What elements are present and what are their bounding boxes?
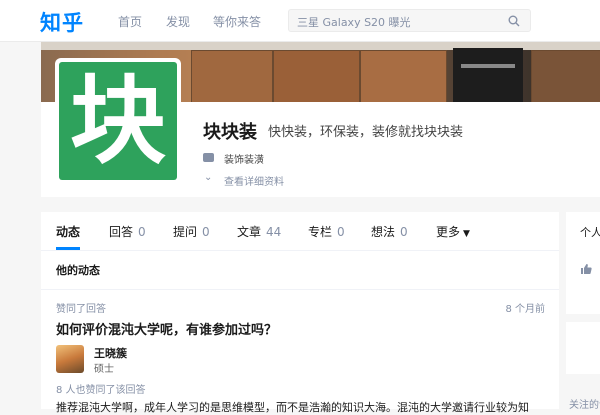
chevron-down-icon[interactable]: ⌄ [204,172,212,183]
answer-excerpt[interactable]: 推荐混沌大学啊，成年人学习的是思维模型，而不是浩瀚的知识大海。混沌的大学邀请行业… [56,399,556,415]
tab-count: 0 [202,225,210,239]
profile-tabs: 动态 回答 0 提问 0 文章 44 专栏 0 想法 0 更多 ▼ [41,212,559,251]
tab-label: 提问 [173,225,198,239]
chevron-down-icon: ▼ [463,229,470,239]
tab-answers[interactable]: 回答 0 [109,223,146,240]
top-nav-bar: 知乎 首页 发现 等你来答 三星 Galaxy S20 曝光 [0,0,600,42]
search-placeholder: 三星 Galaxy S20 曝光 [297,16,411,29]
nav-item-discover[interactable]: 发现 [166,13,190,30]
search-input[interactable]: 三星 Galaxy S20 曝光 [288,9,531,32]
feed-section-title: 他的动态 [56,264,100,277]
profile-main-card: 动态 回答 0 提问 0 文章 44 专栏 0 想法 0 更多 ▼ 他的动态 赞同了回答 8… [41,212,559,414]
tab-activity[interactable]: 动态 [56,223,80,240]
tab-articles[interactable]: 文章 44 [237,223,281,240]
feed-item-meta: 赞同了回答 [56,304,106,315]
tab-more[interactable]: 更多 ▼ [436,223,470,240]
profile-name: 块块装 [203,122,257,143]
nav-item-home[interactable]: 首页 [118,13,142,30]
profile-headline: 快快装，环保装，装修就找块块装 [268,125,464,140]
author-name-link[interactable]: 王晓簇 [94,345,127,361]
divider [41,289,559,290]
sidebar-card [566,322,600,374]
tab-label: 专栏 [308,225,333,239]
thumbs-up-icon [581,264,592,274]
tab-label: 动态 [56,225,81,239]
tab-label: 更多 [436,225,461,239]
tab-count: 44 [266,225,282,239]
question-title-link[interactable]: 如何评价混沌大学呢，有谁参加过吗？ [56,319,277,338]
tab-label: 文章 [237,225,262,239]
tab-label: 回答 [109,225,134,239]
profile-avatar[interactable]: 块 [55,58,181,184]
author-headline: 硕士 [94,364,114,375]
view-details-link[interactable]: 查看详细资料 [224,173,284,188]
author-avatar[interactable] [56,345,84,373]
tab-count: 0 [400,225,408,239]
nav-item-waiting[interactable]: 等你来答 [213,13,261,30]
tab-count: 0 [138,225,146,239]
tab-questions[interactable]: 提问 0 [173,223,210,240]
achievements-title: 个人成就 [580,226,600,239]
profile-business: 装饰装潢 [224,155,264,166]
sidebar-achievements-card: 个人成就 [566,212,600,314]
likes-count: 8 人也赞同了该回答 [56,385,146,396]
tab-label: 想法 [371,225,396,239]
tab-columns[interactable]: 专栏 0 [308,223,345,240]
tab-thoughts[interactable]: 想法 0 [371,223,408,240]
search-icon[interactable] [508,15,520,27]
avatar-logo: 块 [59,62,177,180]
active-tab-indicator [56,247,80,250]
tab-count: 0 [337,225,345,239]
zhihu-logo[interactable]: 知乎 [40,7,84,37]
briefcase-icon [203,153,214,162]
feed-item-time: 8 个月前 [505,304,545,315]
